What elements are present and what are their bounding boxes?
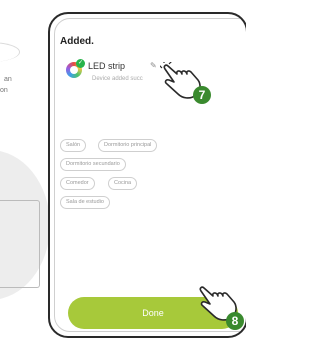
- side-panel-edge: [0, 200, 40, 288]
- side-text-fragment: on: [0, 87, 8, 94]
- tutorial-illustration: an on Added. ✓ LED strip ✎ Device added …: [0, 0, 246, 341]
- device-status: Device added succ: [92, 76, 143, 82]
- room-chip[interactable]: Sala de estudio: [60, 196, 110, 209]
- step-badge: 7: [193, 86, 211, 104]
- device-name[interactable]: LED strip: [88, 61, 125, 71]
- check-icon: ✓: [76, 59, 85, 68]
- page-title: Added.: [60, 36, 94, 47]
- edit-pencil-icon[interactable]: ✎: [150, 61, 157, 70]
- background-arc: [0, 42, 20, 62]
- room-chip[interactable]: Salón: [60, 139, 87, 152]
- step-badge: 8: [226, 312, 244, 330]
- room-chip[interactable]: Dormitorio principal: [98, 139, 158, 152]
- room-chip[interactable]: Cocina: [108, 177, 138, 190]
- room-chip[interactable]: Dormitorio secundario: [60, 158, 126, 171]
- side-text-fragment: an: [4, 76, 12, 83]
- room-chip[interactable]: Comedor: [60, 177, 95, 190]
